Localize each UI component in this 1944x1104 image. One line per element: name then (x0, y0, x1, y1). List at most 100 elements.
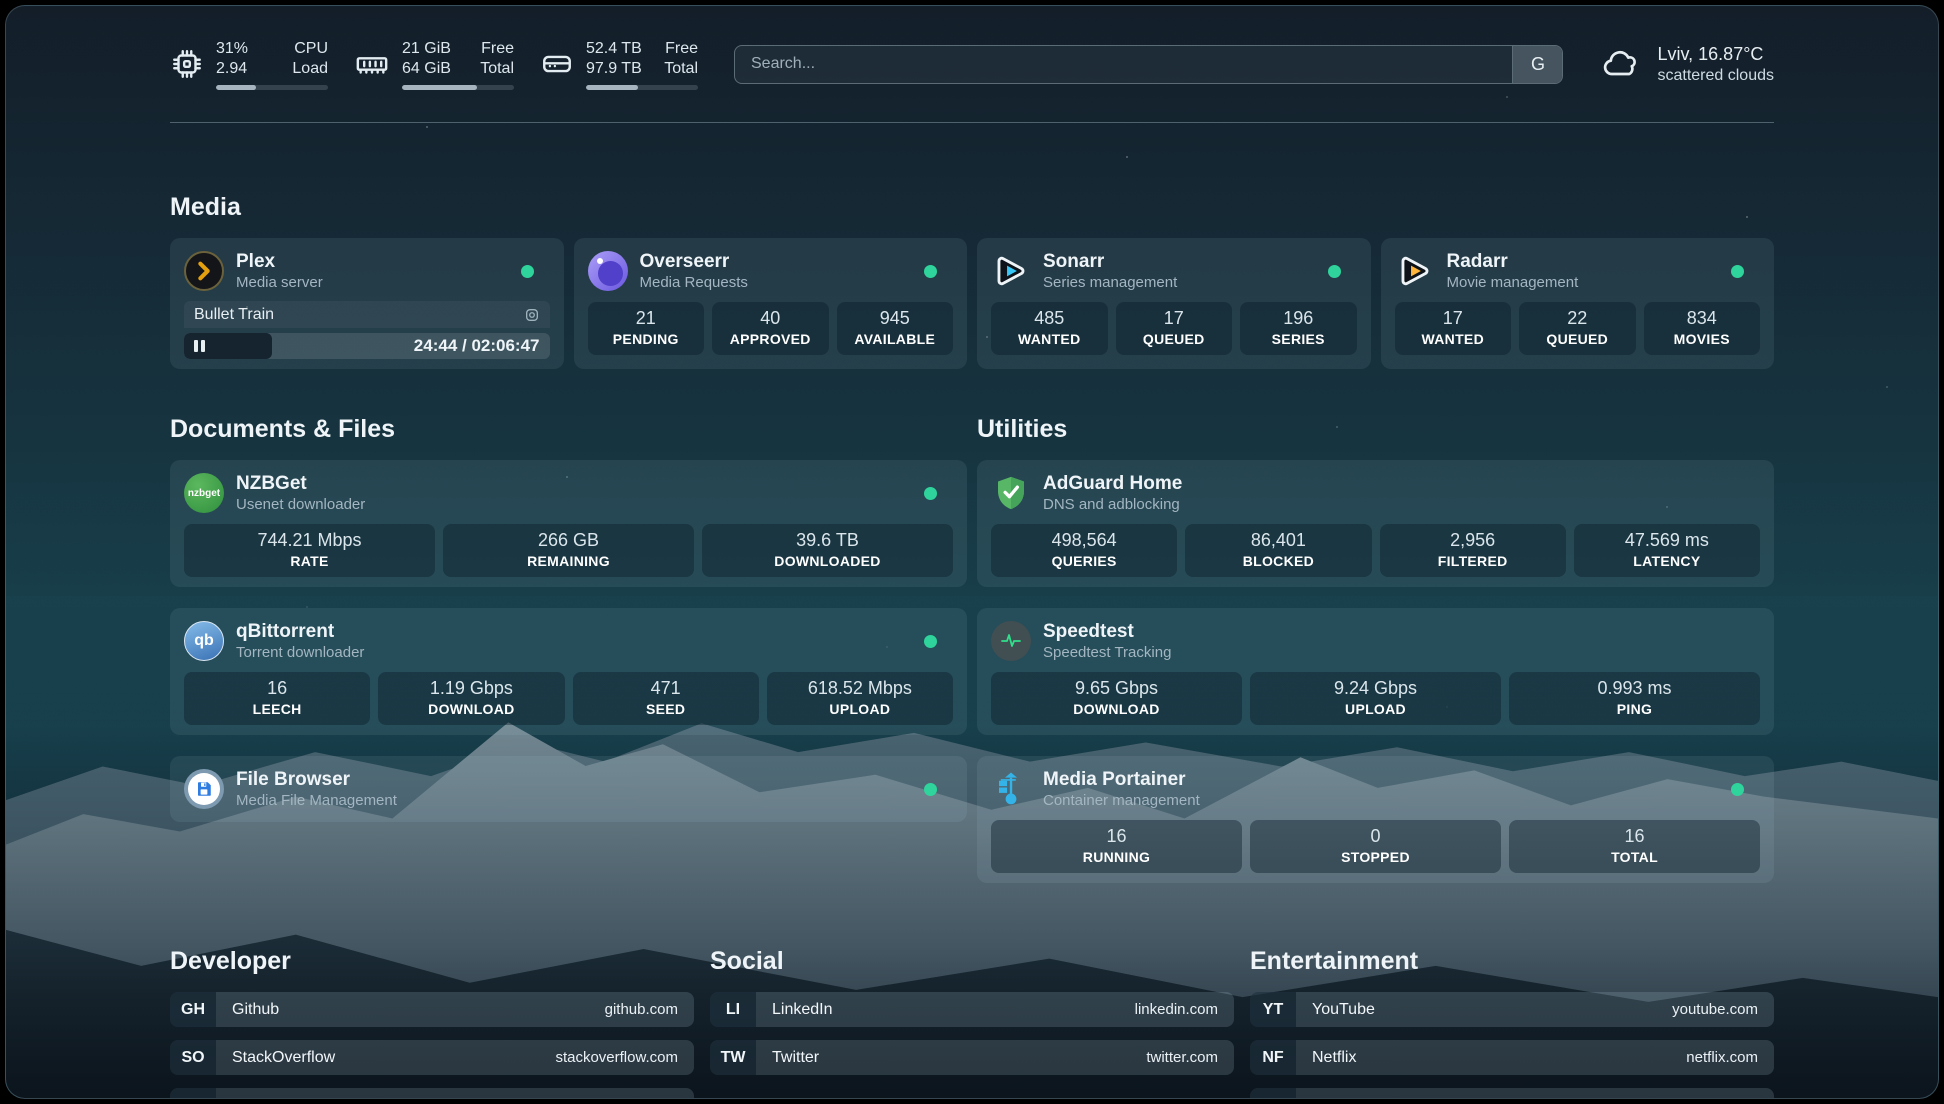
qbittorrent-subtitle: Torrent downloader (236, 643, 364, 662)
stat-tile: 0.993 msPING (1509, 672, 1760, 725)
stat-tile: 9.24 GbpsUPLOAD (1250, 672, 1501, 725)
cpu-load-label: Load (292, 59, 328, 79)
app-card-portainer[interactable]: Media Portainer Container management 16R… (977, 756, 1774, 883)
disk-total-label: Total (664, 59, 698, 79)
section-heading-utilities: Utilities (977, 415, 1774, 444)
cpu-icon (170, 47, 204, 81)
stat-tile: 2,956FILTERED (1380, 524, 1566, 577)
qbittorrent-status-dot (924, 635, 937, 648)
weather-condition: scattered clouds (1657, 66, 1774, 86)
bookmark-name: Netflix (1312, 1049, 1356, 1067)
bookmark-name: YouTube (1312, 1001, 1375, 1019)
disk-total-value: 97.9 TB (586, 59, 642, 79)
section-heading-social: Social (710, 947, 1234, 976)
app-card-filebrowser[interactable]: File Browser Media File Management (170, 756, 967, 822)
search-input[interactable] (735, 55, 1512, 73)
bookmark-abbr: LI (710, 992, 756, 1027)
speedtest-title: Speedtest (1043, 620, 1171, 643)
bookmark-group-social: Social LI LinkedIn linkedin.com TW Twitt… (710, 947, 1234, 1099)
bookmark-url: netflix.com (1686, 1049, 1758, 1066)
stat-tile: 471SEED (573, 672, 759, 725)
bookmark-url: stackoverflow.com (555, 1049, 678, 1066)
sonarr-status-dot (1328, 265, 1341, 278)
now-playing-icon (524, 307, 540, 323)
stat-tile: 39.6 TBDOWNLOADED (702, 524, 953, 577)
bookmark-abbr: DT (170, 1088, 216, 1099)
overseerr-status-dot (924, 265, 937, 278)
bookmark-name: DEV (232, 1097, 265, 1100)
qbittorrent-title: qBittorrent (236, 620, 364, 643)
overseerr-title: Overseerr (640, 250, 748, 273)
media-card-row: Plex Media server Bullet Train 24:44 / 0… (170, 238, 1774, 369)
stat-tile: 21PENDING (588, 302, 705, 355)
bookmark-name: StackOverflow (232, 1049, 335, 1067)
qbittorrent-icon: qb (184, 621, 224, 661)
bookmark-abbr: RE (1250, 1088, 1296, 1099)
stat-tile: 16RUNNING (991, 820, 1242, 873)
portainer-icon (991, 769, 1031, 809)
app-card-sonarr[interactable]: Sonarr Series management 485WANTED 17QUE… (977, 238, 1371, 369)
bookmark-url: reddit.com (1688, 1097, 1758, 1099)
stat-tile: 266 GBREMAINING (443, 524, 694, 577)
stat-tile: 744.21 MbpsRATE (184, 524, 435, 577)
memory-free-value: 21 GiB (402, 39, 451, 59)
cpu-stat: 31% 2.94 CPU Load (170, 39, 328, 90)
section-heading-media: Media (170, 193, 1774, 222)
bookmark-netflix[interactable]: NF Netflix netflix.com (1250, 1040, 1774, 1075)
plex-now-playing-row: Bullet Train (184, 301, 550, 328)
memory-total-label: Total (480, 59, 514, 79)
dashboard-content: Media Plex Media server Bullet Train (6, 193, 1938, 1099)
app-card-radarr[interactable]: Radarr Movie management 17WANTED 22QUEUE… (1381, 238, 1775, 369)
bookmark-youtube[interactable]: YT YouTube youtube.com (1250, 992, 1774, 1027)
app-card-overseerr[interactable]: Overseerr Media Requests 21PENDING 40APP… (574, 238, 968, 369)
bookmark-abbr: GH (170, 992, 216, 1027)
section-heading-documents: Documents & Files (170, 415, 967, 444)
bookmark-group-entertainment: Entertainment YT YouTube youtube.com NF … (1250, 947, 1774, 1099)
adguard-title: AdGuard Home (1043, 472, 1182, 495)
stat-tile: 22QUEUED (1519, 302, 1636, 355)
stat-tile: 0STOPPED (1250, 820, 1501, 873)
bookmark-abbr: NF (1250, 1040, 1296, 1075)
stat-tile: 618.52 MbpsUPLOAD (767, 672, 953, 725)
bookmark-name: Twitter (772, 1049, 819, 1067)
bookmark-linkedin[interactable]: LI LinkedIn linkedin.com (710, 992, 1234, 1027)
memory-total-value: 64 GiB (402, 59, 451, 79)
portainer-subtitle: Container management (1043, 791, 1200, 810)
nzbget-icon: nzbget (184, 473, 224, 513)
bookmark-dev[interactable]: DT DEV dev.to (170, 1088, 694, 1099)
bookmark-url: youtube.com (1672, 1001, 1758, 1018)
plex-progress-bar: 24:44 / 02:06:47 (184, 333, 550, 359)
adguard-icon (991, 473, 1031, 513)
utilities-column: Utilities AdGuard Home DNS and adblockin… (977, 391, 1774, 883)
bookmark-reddit[interactable]: RE Reddit reddit.com (1250, 1088, 1774, 1099)
plex-playback-time: 24:44 / 02:06:47 (414, 336, 540, 356)
weather-location-temp: Lviv, 16.87°C (1657, 43, 1774, 66)
sonarr-title: Sonarr (1043, 250, 1177, 273)
app-card-qbittorrent[interactable]: qb qBittorrent Torrent downloader 16LEEC… (170, 608, 967, 735)
nzbget-status-dot (924, 487, 937, 500)
plex-icon (184, 251, 224, 291)
sonarr-icon (991, 251, 1031, 291)
cloud-icon (1599, 44, 1643, 84)
portainer-status-dot (1731, 783, 1744, 796)
top-bar: 31% 2.94 CPU Load (6, 6, 1938, 122)
bookmark-twitter[interactable]: TW Twitter twitter.com (710, 1040, 1234, 1075)
bookmark-github[interactable]: GH Github github.com (170, 992, 694, 1027)
app-card-nzbget[interactable]: nzbget NZBGet Usenet downloader 744.21 M… (170, 460, 967, 587)
memory-progress-bar (402, 85, 514, 90)
bookmark-url: dev.to (638, 1097, 678, 1099)
pause-icon (194, 340, 205, 352)
bookmark-url: twitter.com (1146, 1049, 1218, 1066)
weather-widget[interactable]: Lviv, 16.87°C scattered clouds (1599, 43, 1774, 86)
app-card-plex[interactable]: Plex Media server Bullet Train 24:44 / 0… (170, 238, 564, 369)
adguard-subtitle: DNS and adblocking (1043, 495, 1182, 514)
search-bar: G (734, 45, 1563, 84)
bookmark-stackoverflow[interactable]: SO StackOverflow stackoverflow.com (170, 1040, 694, 1075)
app-card-adguard[interactable]: AdGuard Home DNS and adblocking 498,564Q… (977, 460, 1774, 587)
bookmark-name: LinkedIn (772, 1001, 833, 1019)
stat-tile: 498,564QUERIES (991, 524, 1177, 577)
app-card-speedtest[interactable]: Speedtest Speedtest Tracking 9.65 GbpsDO… (977, 608, 1774, 735)
speedtest-subtitle: Speedtest Tracking (1043, 643, 1171, 662)
portainer-title: Media Portainer (1043, 768, 1200, 791)
search-engine-button[interactable]: G (1512, 46, 1562, 83)
